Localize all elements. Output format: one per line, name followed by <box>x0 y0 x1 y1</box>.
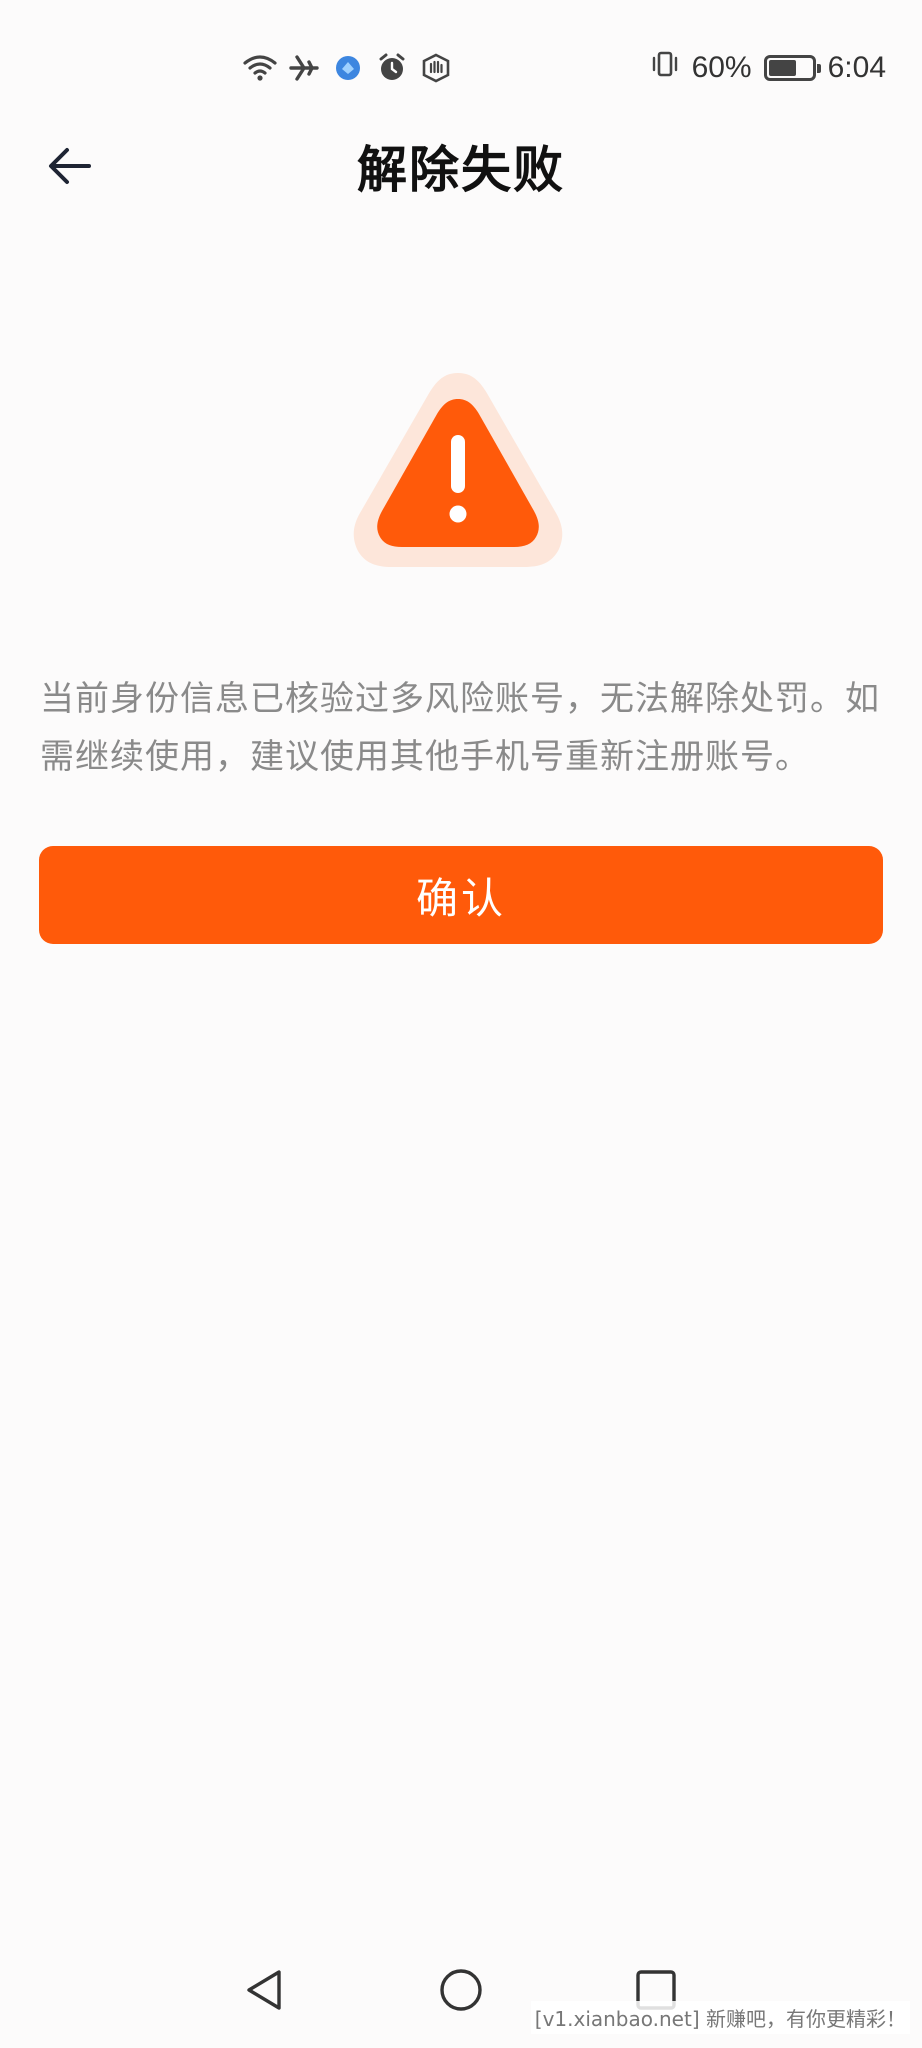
page-title: 解除失败 <box>357 141 565 199</box>
status-icons-right: 60% 6:04 <box>650 48 886 88</box>
warning-triangle-icon <box>350 365 566 575</box>
status-bar: 60% 6:04 <box>0 0 922 110</box>
alarm-icon <box>375 51 409 85</box>
app-notification-icon <box>331 51 365 85</box>
battery-icon <box>763 55 821 81</box>
header-bar: 解除失败 <box>0 110 922 220</box>
status-time: 6:04 <box>827 51 886 84</box>
battery-percent: 60% <box>691 51 752 84</box>
battery-fill <box>768 60 797 76</box>
home-circle-icon[interactable] <box>431 1960 491 2020</box>
airplane-icon <box>287 51 321 85</box>
back-triangle-icon[interactable] <box>233 1960 293 2020</box>
hand-icon <box>419 51 453 85</box>
watermark: [v1.xianbao.net] 新赚吧，有你更精彩！ <box>530 2001 910 2034</box>
confirm-button[interactable]: 确认 <box>39 846 883 944</box>
system-navigation-bar: [v1.xianbao.net] 新赚吧，有你更精彩！ <box>0 1938 922 2048</box>
status-icons-left <box>243 50 453 86</box>
vibrate-icon <box>650 49 680 87</box>
wifi-icon <box>243 51 277 85</box>
failure-message: 当前身份信息已核验过多风险账号，无法解除处罚。如需继续使用，建议使用其他手机号重… <box>40 679 880 777</box>
